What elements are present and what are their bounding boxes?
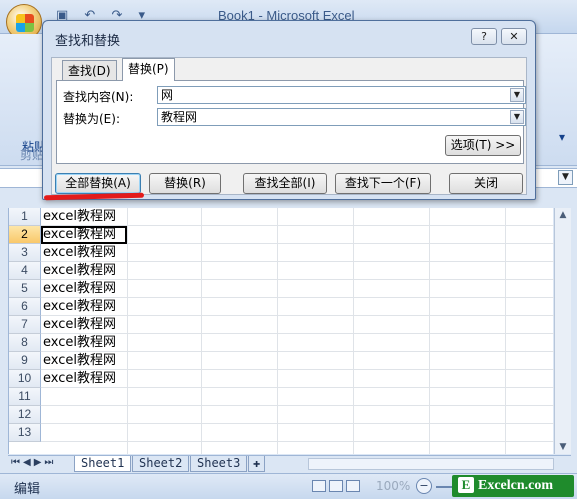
row-header[interactable]: 2	[9, 226, 41, 244]
table-row	[41, 406, 554, 424]
horizontal-scrollbar[interactable]	[308, 458, 554, 470]
help-button[interactable]: ?	[471, 28, 497, 45]
formula-bar-expand-icon[interactable]: ▼	[558, 170, 573, 185]
row-header[interactable]: 13	[9, 424, 41, 442]
table-row: excel教程网	[41, 262, 554, 280]
cell-a[interactable]: excel教程网	[43, 352, 116, 370]
scroll-up-icon[interactable]: ▲	[557, 210, 569, 220]
cell-a[interactable]: excel教程网	[43, 208, 116, 226]
dialog-title: 查找和替换	[55, 34, 121, 49]
row-header[interactable]: 3	[9, 244, 41, 262]
table-row: excel教程网	[41, 298, 554, 316]
replace-input[interactable]: 教程网 ▼	[157, 108, 526, 126]
table-row: excel教程网	[41, 280, 554, 298]
find-all-button[interactable]: 查找全部(I)	[243, 173, 327, 194]
cell-a[interactable]: excel教程网	[43, 262, 116, 280]
close-icon[interactable]: ✕	[501, 28, 527, 45]
row-header[interactable]: 9	[9, 352, 41, 370]
cell-a[interactable]: excel教程网	[43, 244, 116, 262]
cell-a[interactable]: excel教程网	[43, 316, 116, 334]
scroll-down-icon[interactable]: ▼	[557, 442, 569, 452]
row-header[interactable]: 8	[9, 334, 41, 352]
sheet-tab-3[interactable]: Sheet3	[190, 456, 248, 472]
find-input[interactable]: 网 ▼	[157, 86, 526, 104]
watermark-logo: E Excelcn.com	[452, 475, 574, 497]
insert-sheet-icon[interactable]: ✚	[248, 456, 266, 472]
cell-a[interactable]: excel教程网	[43, 298, 116, 316]
sheet-tab-2[interactable]: Sheet2	[132, 456, 190, 472]
row-header[interactable]: 1	[9, 208, 41, 226]
cell-a[interactable]: excel教程网	[43, 280, 116, 298]
chevron-down-icon[interactable]: ▼	[510, 88, 524, 102]
table-row: excel教程网	[41, 334, 554, 352]
active-cell-border	[41, 226, 127, 244]
find-label: 查找内容(N):	[63, 90, 134, 104]
table-row: excel教程网	[41, 208, 554, 226]
find-next-button[interactable]: 查找下一个(F)	[335, 173, 431, 194]
zoom-out-icon[interactable]: −	[416, 478, 432, 494]
zoom-level[interactable]: 100%	[376, 479, 410, 493]
replace-label: 替换为(E):	[63, 112, 120, 126]
page-layout-view-icon[interactable]	[329, 480, 343, 492]
page-break-view-icon[interactable]	[346, 480, 360, 492]
replace-panel: 查找内容(N): 网 ▼ 替换为(E): 教程网 ▼ 选项(T) >>	[56, 80, 526, 164]
table-row: excel教程网	[41, 370, 554, 388]
row-header[interactable]: 10	[9, 370, 41, 388]
chevron-down-icon[interactable]: ▼	[510, 110, 524, 124]
sheet-nav-arrows[interactable]: ⏮◀▶⏭	[11, 457, 56, 468]
sheet-tab-1[interactable]: Sheet1	[74, 456, 132, 472]
find-replace-dialog: 查找和替换 ? ✕ 查找(D) 替换(P) 查找内容(N): 网 ▼ 替换为(E…	[42, 20, 536, 200]
row-header[interactable]: 4	[9, 262, 41, 280]
ribbon-dropdown-icon[interactable]: ▾	[559, 130, 565, 144]
row-header[interactable]: 12	[9, 406, 41, 424]
clipboard-group-label: 剪贴	[20, 148, 45, 162]
row-header[interactable]: 7	[9, 316, 41, 334]
sheet-tabs-bar: ⏮◀▶⏭ Sheet1 Sheet2 Sheet3 ✚	[8, 455, 571, 472]
cell-a[interactable]: excel教程网	[43, 334, 116, 352]
row-header[interactable]: 6	[9, 298, 41, 316]
status-mode: 编辑	[14, 482, 41, 497]
vertical-scrollbar[interactable]: ▲ ▼	[554, 208, 571, 454]
close-button[interactable]: 关闭	[449, 173, 523, 194]
tab-find[interactable]: 查找(D)	[62, 60, 117, 80]
row-header[interactable]: 5	[9, 280, 41, 298]
table-row	[41, 388, 554, 406]
table-row: excel教程网	[41, 352, 554, 370]
table-row	[41, 424, 554, 442]
options-button[interactable]: 选项(T) >>	[445, 135, 521, 156]
tab-replace[interactable]: 替换(P)	[122, 58, 175, 81]
view-buttons[interactable]	[312, 480, 363, 495]
replace-button[interactable]: 替换(R)	[149, 173, 221, 194]
worksheet-grid[interactable]: 1 excel教程网 2 excel教程网 3 excel教程网 4 excel教程网 5 exc…	[8, 208, 554, 454]
replace-all-button[interactable]: 全部替换(A)	[55, 173, 141, 194]
row-header[interactable]: 11	[9, 388, 41, 406]
table-row: excel教程网	[41, 316, 554, 334]
cell-a[interactable]: excel教程网	[43, 370, 116, 388]
normal-view-icon[interactable]	[312, 480, 326, 492]
table-row: excel教程网	[41, 244, 554, 262]
office-logo-icon	[16, 14, 34, 32]
